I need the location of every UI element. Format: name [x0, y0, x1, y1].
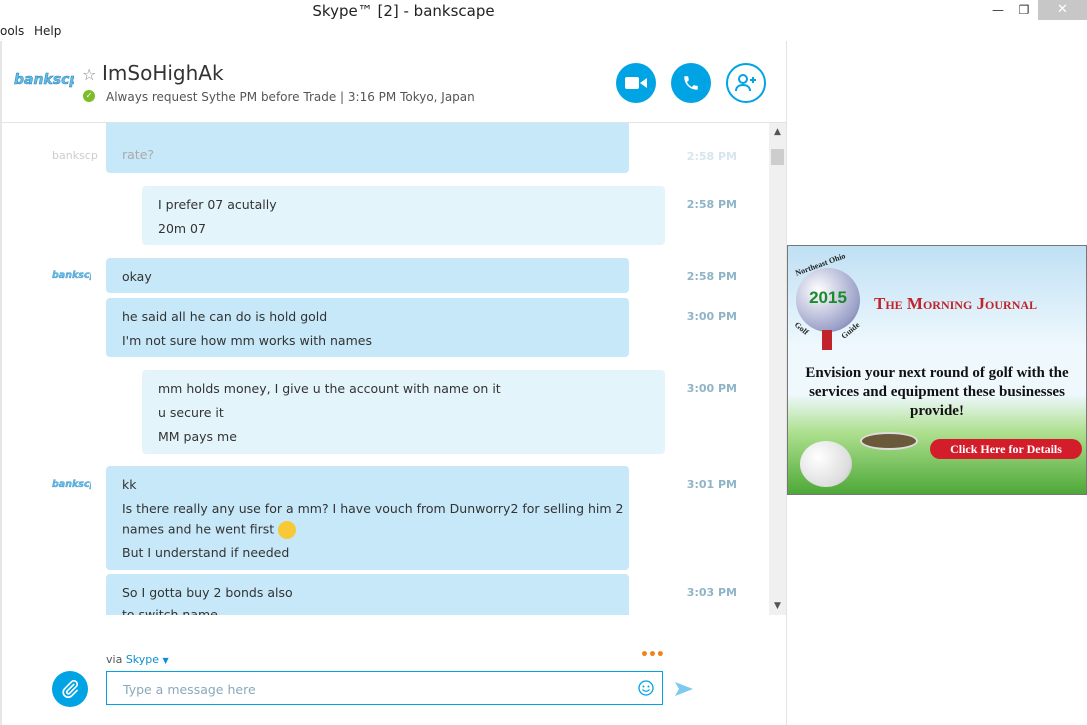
- send-icon[interactable]: [675, 682, 693, 696]
- message-text: he said all he can do is hold gold: [122, 309, 328, 324]
- message-input[interactable]: [121, 679, 625, 699]
- message-text: But I understand if needed: [122, 545, 290, 560]
- ad-cta-button[interactable]: Click Here for Details: [930, 439, 1082, 459]
- mood-message: Always request Sythe PM before Trade | 3…: [106, 90, 475, 104]
- golf-hole-icon: [860, 432, 918, 450]
- attach-button[interactable]: [52, 671, 88, 707]
- chat-scrollbar[interactable]: ▲ ▼: [769, 123, 786, 615]
- message-text: I prefer 07 acutally: [158, 197, 277, 212]
- voice-call-button[interactable]: [671, 63, 711, 103]
- message-bubble[interactable]: mm holds money, I give u the account wit…: [142, 370, 665, 454]
- svg-text:bankscp: bankscp: [52, 270, 91, 281]
- via-skype-link[interactable]: Skype: [126, 653, 159, 666]
- message-time: 3:00 PM: [686, 310, 737, 323]
- phone-icon: [684, 76, 698, 90]
- message-bubble[interactable]: okay: [106, 258, 629, 293]
- star-icon[interactable]: ☆: [82, 65, 96, 84]
- maximize-button[interactable]: ❐: [1011, 0, 1037, 20]
- via-label: via: [106, 653, 123, 666]
- message-text: okay: [122, 269, 152, 284]
- scroll-thumb[interactable]: [771, 149, 784, 165]
- message-text: 20m 07: [158, 221, 206, 236]
- message-time: 3:03 PM: [686, 586, 737, 599]
- emoji-icon[interactable]: [638, 680, 654, 696]
- add-contact-button[interactable]: [726, 63, 766, 103]
- sender-avatar: bankscp: [52, 149, 98, 162]
- title-bar: Skype™ [2] - bankscape — ❐ ✕: [0, 0, 1087, 22]
- video-icon: [625, 77, 647, 89]
- message-bubble[interactable]: I prefer 07 acutally 20m 07: [142, 186, 665, 245]
- ad-body-text: Envision your next round of golf with th…: [805, 365, 1069, 419]
- menu-help[interactable]: Help: [34, 24, 61, 38]
- message-text: So I gotta buy 2 bonds also: [122, 585, 293, 600]
- message-time: 2:58 PM: [686, 270, 737, 283]
- minimize-button[interactable]: —: [985, 0, 1011, 20]
- menu-tools[interactable]: ools: [0, 24, 24, 38]
- message-text-row: names and he went first: [122, 521, 297, 539]
- advertisement-banner[interactable]: Northeast Ohio 2015 Golf Guide The Morni…: [787, 245, 1087, 495]
- chevron-down-icon[interactable]: ▼: [163, 656, 169, 665]
- message-input-box[interactable]: [106, 671, 663, 705]
- message-text: to switch name: [122, 607, 218, 615]
- ad-badge-year: 2015: [809, 288, 847, 307]
- message-text: Is there really any use for a mm? I have…: [122, 501, 624, 516]
- message-time: 2:58 PM: [686, 150, 737, 163]
- contact-avatar[interactable]: bankscp: [12, 67, 74, 89]
- sender-avatar[interactable]: bankscp: [51, 266, 91, 282]
- window-title: Skype™ [2] - bankscape: [312, 2, 495, 20]
- message-text: MM pays me: [158, 429, 237, 444]
- message-time: 3:00 PM: [686, 382, 737, 395]
- more-options-icon[interactable]: •••: [640, 647, 665, 663]
- message-bubble[interactable]: rate?: [106, 123, 629, 173]
- chat-history[interactable]: Saturday, August 8, 2015 rate? bankscp 2…: [2, 123, 769, 615]
- golf-tee-icon: [822, 330, 832, 350]
- golf-ball-icon: [800, 441, 852, 487]
- message-time: 2:58 PM: [686, 198, 737, 211]
- message-text: rate?: [122, 147, 155, 162]
- message-text: u secure it: [158, 405, 224, 420]
- close-button[interactable]: ✕: [1038, 0, 1087, 20]
- online-status-icon: ✓: [83, 90, 95, 102]
- message-bubble[interactable]: So I gotta buy 2 bonds also to switch na…: [106, 574, 629, 615]
- via-selector[interactable]: via Skype ▼: [106, 653, 169, 666]
- message-bubble[interactable]: he said all he can do is hold gold I'm n…: [106, 298, 629, 357]
- contact-name[interactable]: ImSoHighAk: [102, 61, 224, 85]
- sender-avatar[interactable]: bankscp: [51, 475, 91, 491]
- scroll-down-icon[interactable]: ▼: [769, 599, 786, 613]
- scroll-up-icon[interactable]: ▲: [769, 125, 786, 139]
- message-text: kk: [122, 477, 137, 492]
- message-text: names and he went first: [122, 521, 275, 537]
- conversation-header: bankscp ☆ ImSoHighAk ✓ Always request Sy…: [2, 41, 786, 123]
- ad-publisher: The Morning Journal: [874, 294, 1038, 313]
- grin-emoji-icon: [278, 521, 297, 539]
- paperclip-icon: [62, 680, 79, 699]
- message-text: mm holds money, I give u the account wit…: [158, 381, 501, 396]
- menu-bar: ools Help: [0, 22, 1087, 41]
- add-contact-icon: [735, 74, 756, 92]
- svg-text:bankscp: bankscp: [52, 479, 91, 490]
- message-text: I'm not sure how mm works with names: [122, 333, 372, 348]
- message-bubble[interactable]: kk Is there really any use for a mm? I h…: [106, 466, 629, 570]
- message-time: 3:01 PM: [686, 478, 737, 491]
- video-call-button[interactable]: [616, 63, 656, 103]
- svg-text:bankscp: bankscp: [14, 72, 74, 88]
